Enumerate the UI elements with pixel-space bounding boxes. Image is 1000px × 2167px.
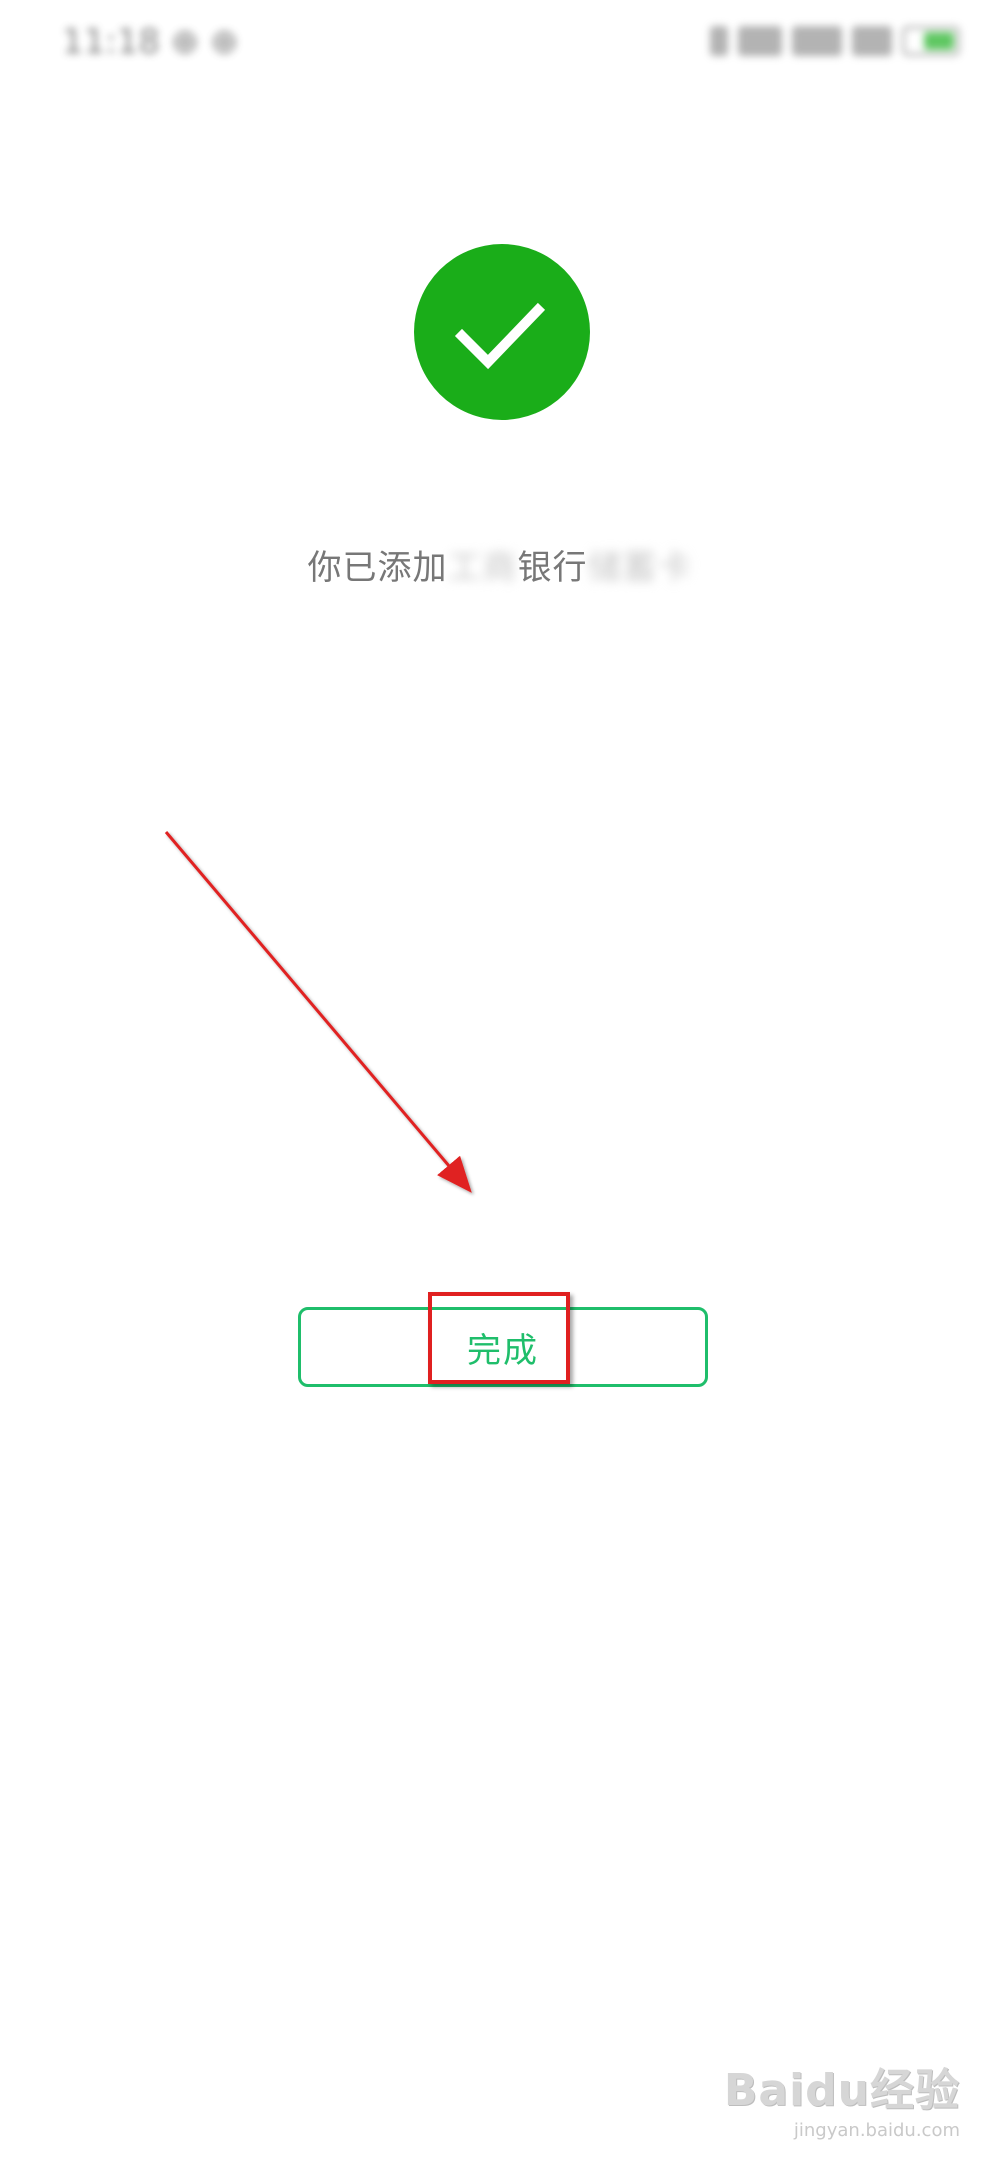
baidu-logo: Baidu经验 — [723, 2065, 960, 2116]
status-icons — [710, 26, 960, 56]
watermark-url: jingyan.baidu.com — [793, 2120, 960, 2141]
done-button-label: 完成 — [467, 1330, 539, 1371]
checkmark-icon — [454, 302, 546, 370]
bluetooth-icon — [710, 26, 728, 56]
masked-card-type: 储蓄卡 — [587, 548, 693, 588]
network-icon — [792, 26, 842, 56]
wifi-icon — [852, 26, 892, 56]
status-bar: 11:18 ⊕ ⊕ — [0, 0, 1000, 84]
battery-icon — [902, 26, 960, 56]
baidu-watermark: Baidu经验 jingyan.baidu.com — [724, 2054, 960, 2141]
masked-bank-name: 工商 — [447, 548, 518, 588]
success-message: 你已添加工商银行储蓄卡 — [0, 540, 1000, 589]
status-time: 11:18 ⊕ ⊕ — [62, 22, 239, 62]
done-button[interactable]: 完成 — [298, 1307, 708, 1387]
message-middle: 银行 — [517, 548, 588, 588]
message-prefix: 你已添加 — [307, 548, 448, 588]
signal-icon — [738, 26, 782, 56]
success-checkmark-icon — [414, 244, 590, 420]
